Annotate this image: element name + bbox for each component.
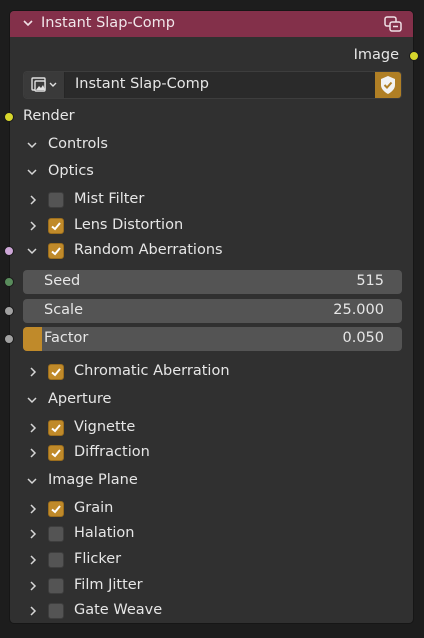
output-image-socket[interactable]: [409, 51, 419, 61]
subpanel-flicker[interactable]: Flicker: [10, 548, 413, 572]
seed-row: Seed 515: [4, 270, 413, 294]
node-title: Instant Slap-Comp: [41, 15, 175, 31]
chevron-right-icon: [30, 423, 37, 433]
panel-optics-label: Optics: [48, 163, 94, 179]
scale-socket[interactable]: [4, 306, 14, 316]
subpanel-film-jitter[interactable]: Film Jitter: [10, 574, 413, 598]
chevron-right-icon: [30, 555, 37, 565]
output-image-label: Image: [353, 47, 399, 63]
chevron-down-icon: [27, 142, 37, 149]
factor-label: Factor: [44, 330, 89, 346]
random-aberrations-label: Random Aberrations: [74, 242, 223, 258]
seed-field[interactable]: Seed 515: [23, 270, 402, 294]
datablock-name-field[interactable]: Instant Slap-Comp: [75, 76, 209, 92]
image-browse-icon: [31, 77, 57, 92]
subpanel-mist-filter[interactable]: Mist Filter: [10, 188, 413, 212]
film-jitter-label: Film Jitter: [74, 577, 143, 593]
check-icon: [51, 247, 61, 256]
chevron-right-icon: [30, 448, 37, 458]
scale-label: Scale: [44, 302, 84, 318]
factor-socket[interactable]: [4, 334, 14, 344]
panel-aperture-header[interactable]: Aperture: [10, 388, 413, 412]
lens-distortion-label: Lens Distortion: [74, 217, 184, 233]
chevron-right-icon: [30, 221, 37, 231]
panel-controls-label: Controls: [48, 136, 108, 152]
check-icon: [51, 505, 61, 514]
scale-value: 25.000: [333, 302, 384, 318]
node-header[interactable]: Instant Slap-Comp: [10, 11, 413, 37]
datablock-selector: Instant Slap-Comp: [23, 71, 402, 99]
factor-slider[interactable]: Factor 0.050: [23, 327, 402, 351]
chromatic-aberration-checkbox[interactable]: [48, 364, 64, 380]
subpanel-vignette[interactable]: Vignette: [10, 416, 413, 440]
panel-image-plane-header[interactable]: Image Plane: [10, 469, 413, 493]
subpanel-lens-distortion[interactable]: Lens Distortion: [10, 214, 413, 238]
scale-field[interactable]: Scale 25.000: [23, 299, 402, 323]
halation-checkbox[interactable]: [48, 526, 64, 542]
factor-slider-fill: [23, 327, 42, 351]
subpanel-diffraction[interactable]: Diffraction: [10, 441, 413, 465]
shield-check-icon: [381, 76, 395, 94]
seed-label: Seed: [44, 273, 81, 289]
fake-user-button[interactable]: [375, 72, 401, 98]
mist-filter-label: Mist Filter: [74, 191, 145, 207]
flicker-label: Flicker: [74, 551, 122, 567]
seed-socket[interactable]: [4, 277, 14, 287]
subpanel-halation[interactable]: Halation: [10, 522, 413, 546]
mist-filter-checkbox[interactable]: [48, 192, 64, 208]
subpanel-grain[interactable]: Grain: [10, 497, 413, 521]
chevron-right-icon: [30, 581, 37, 591]
chevron-down-icon[interactable]: [22, 17, 34, 29]
panel-controls-header[interactable]: Controls: [10, 133, 413, 157]
node-instant-slap-comp[interactable]: Instant Slap-Comp Image Instant Slap-Com…: [4, 10, 419, 624]
chromatic-aberration-label: Chromatic Aberration: [74, 363, 230, 379]
subpanel-gate-weave[interactable]: Gate Weave: [10, 599, 413, 623]
panel-aperture-label: Aperture: [48, 391, 112, 407]
image-browse-button[interactable]: [24, 72, 65, 98]
chevron-right-icon: [30, 195, 37, 205]
random-aberrations-socket[interactable]: [4, 246, 14, 256]
check-icon: [51, 424, 61, 433]
lens-distortion-checkbox[interactable]: [48, 218, 64, 234]
chevron-down-icon: [27, 478, 37, 485]
chevron-right-icon: [30, 529, 37, 539]
halation-label: Halation: [74, 525, 135, 541]
film-jitter-checkbox[interactable]: [48, 578, 64, 594]
vignette-label: Vignette: [74, 419, 136, 435]
panel-optics-header[interactable]: Optics: [10, 160, 413, 184]
grain-label: Grain: [74, 500, 114, 516]
input-render-socket[interactable]: [4, 112, 14, 122]
check-icon: [51, 368, 61, 377]
subpanel-random-aberrations[interactable]: Random Aberrations: [4, 239, 413, 263]
gate-weave-checkbox[interactable]: [48, 603, 64, 619]
chevron-down-icon: [27, 169, 37, 176]
check-icon: [51, 449, 61, 458]
diffraction-label: Diffraction: [74, 444, 150, 460]
gate-weave-label: Gate Weave: [74, 602, 163, 618]
factor-row: Factor 0.050: [4, 327, 413, 351]
factor-value: 0.050: [342, 330, 384, 346]
random-aberrations-checkbox[interactable]: [48, 243, 64, 259]
input-render-label: Render: [23, 108, 75, 124]
output-image-row: Image: [10, 44, 419, 68]
chevron-right-icon: [30, 367, 37, 377]
panel-image-plane-label: Image Plane: [48, 472, 138, 488]
node-group-icon[interactable]: [383, 14, 403, 34]
scale-row: Scale 25.000: [4, 299, 413, 323]
chevron-down-icon: [27, 248, 37, 255]
vignette-checkbox[interactable]: [48, 420, 64, 436]
chevron-right-icon: [30, 606, 37, 616]
chevron-down-icon: [27, 397, 37, 404]
chevron-right-icon: [30, 504, 37, 514]
subpanel-chromatic-aberration[interactable]: Chromatic Aberration: [10, 360, 413, 384]
seed-value: 515: [356, 273, 384, 289]
grain-checkbox[interactable]: [48, 501, 64, 517]
flicker-checkbox[interactable]: [48, 552, 64, 568]
diffraction-checkbox[interactable]: [48, 445, 64, 461]
input-render-row: Render: [4, 105, 413, 129]
check-icon: [51, 222, 61, 231]
